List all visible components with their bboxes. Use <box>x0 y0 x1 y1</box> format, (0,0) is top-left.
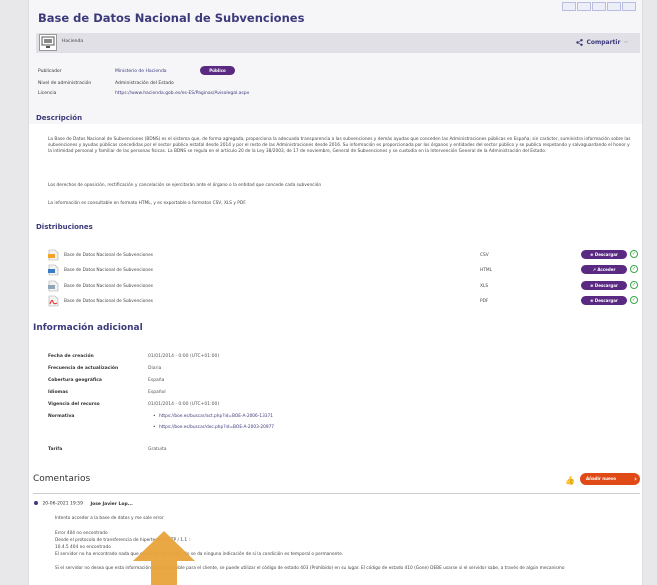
check-circle-icon: ✓ <box>630 250 638 258</box>
share-button[interactable]: Compartir ⌵ <box>576 38 628 46</box>
info-label: Cobertura geográfica <box>48 378 102 383</box>
html-file-icon <box>48 264 59 276</box>
chevron-down-icon: ⌵ <box>623 38 628 45</box>
info-value: Gratuita <box>148 447 167 452</box>
description-title: Descripción <box>36 114 83 122</box>
meta-publisher-label: Publicador <box>38 69 62 74</box>
dataset-title: Base de Datos Nacional de Subvenciones <box>38 11 305 25</box>
xls-file-icon <box>48 280 59 292</box>
info-value: Diaria <box>148 366 162 371</box>
meta-admin-label: Nivel de administración <box>38 81 92 86</box>
format-chip-icon[interactable] <box>622 2 636 11</box>
chevron-right-icon: › <box>634 475 637 483</box>
distribution-name[interactable]: Base de Datos Nacional de Subvenciones <box>64 299 153 304</box>
normativa-link[interactable]: https://boe.es/buscar/doc.php?id=BOE-A-2… <box>153 425 274 430</box>
check-circle-icon: ✓ <box>630 265 638 273</box>
distributions-title: Distribuciones <box>36 223 93 231</box>
info-label: Fecha de creación <box>48 354 94 359</box>
meta-license-link[interactable]: https://www.hacienda.gob.es/es-ES/Pagina… <box>115 91 249 96</box>
comment-author[interactable]: Jose Javier Lop... <box>90 502 132 507</box>
info-label: Normativa <box>48 414 75 419</box>
comment-text: 10.4.5 404 no encontrado <box>55 545 111 550</box>
format-chip-icon[interactable] <box>607 2 621 11</box>
distribution-row: Base de Datos Nacional de Subvenciones C… <box>48 249 638 263</box>
pdf-file-icon <box>48 295 59 307</box>
distribution-name[interactable]: Base de Datos Nacional de Subvenciones <box>64 253 153 258</box>
description-paragraph: La Base de Datos Nacional de Subvencione… <box>48 137 631 155</box>
publisher-short-name: Hacienda <box>62 39 84 44</box>
publisher-logo-icon <box>39 34 57 51</box>
distribution-row: Base de Datos Nacional de Subvenciones P… <box>48 295 638 309</box>
comments-title: Comentarios <box>33 474 91 484</box>
download-button[interactable]: ⊕ Descargar <box>581 250 627 259</box>
format-chip-icon[interactable] <box>592 2 606 11</box>
comment-bullet-icon <box>34 501 38 505</box>
distribution-format: HTML <box>480 268 492 273</box>
distribution-name[interactable]: Base de Datos Nacional de Subvenciones <box>64 268 153 273</box>
distribution-row: Base de Datos Nacional de Subvenciones H… <box>48 264 638 278</box>
comment-text: Si el servidor no desea que esta informa… <box>55 566 565 571</box>
comment-text: Error 404 no encontrado <box>55 531 108 536</box>
format-chip-icon[interactable] <box>577 2 591 11</box>
format-icons-strip <box>562 2 636 11</box>
download-button[interactable]: ⊕ Descargar <box>581 281 627 290</box>
distribution-format: CSV <box>480 253 489 258</box>
csv-file-icon <box>48 249 59 261</box>
dataset-page: Base de Datos Nacional de Subvenciones H… <box>28 0 643 585</box>
download-button[interactable]: ⊕ Descargar <box>581 296 627 305</box>
info-value: Español <box>148 390 166 395</box>
description-paragraph: Los derechos de oposición, rectificación… <box>48 183 322 188</box>
share-icon <box>576 38 584 46</box>
check-circle-icon: ✓ <box>630 281 638 289</box>
comment-text: El servidor no ha encontrado nada que co… <box>55 552 344 557</box>
meta-license-label: Licencia <box>38 91 57 96</box>
share-label: Compartir <box>586 38 621 46</box>
add-comment-button[interactable]: Añadir nuevo comentario › <box>580 473 640 493</box>
comments-divider <box>33 493 640 494</box>
access-badge: Público <box>200 66 235 75</box>
comment-text: Intento acceder a la base de datos y me … <box>55 516 164 521</box>
dataset-header: Base de Datos Nacional de Subvenciones H… <box>29 0 642 124</box>
distribution-name[interactable]: Base de Datos Nacional de Subvenciones <box>64 284 153 289</box>
distribution-format: PDF <box>480 299 489 304</box>
info-label: Vigencia del recurso <box>48 402 100 407</box>
comment-date: 20-06-2021 19:59 <box>42 501 83 507</box>
info-value: España <box>148 378 165 383</box>
meta-admin-value: Administración del Estado <box>115 81 174 86</box>
comment-header: 20-06-2021 19:59 Jose Javier Lop... <box>34 501 133 507</box>
distribution-format: XLS <box>480 284 489 289</box>
info-label: Frecuencia de actualización <box>48 366 119 371</box>
additional-info-title: Información adicional <box>33 323 143 333</box>
normativa-link[interactable]: https://boe.es/buscar/act.php?id=BOE-A-2… <box>153 414 273 419</box>
access-button[interactable]: ↗ Acceder <box>581 265 627 274</box>
info-value: 01/01/2014 - 0:00 (UTC+01:00) <box>148 354 220 359</box>
pointer-arrow-icon <box>133 531 195 585</box>
info-value: 01/01/2014 - 0:00 (UTC+01:00) <box>148 402 220 407</box>
info-label: Idiomas <box>48 390 68 395</box>
meta-publisher-value[interactable]: Ministerio de Hacienda <box>115 69 167 74</box>
add-comment-label: Añadir nuevo comentario <box>586 476 617 493</box>
publisher-bar: Hacienda Compartir ⌵ <box>36 33 640 53</box>
info-label: Tarifa <box>48 447 63 452</box>
distribution-row: Base de Datos Nacional de Subvenciones X… <box>48 280 638 294</box>
thumbs-up-icon[interactable]: 👍 <box>565 476 575 485</box>
format-chip-icon[interactable] <box>562 2 576 11</box>
check-circle-icon: ✓ <box>630 296 638 304</box>
description-paragraph: La información es consultable en formato… <box>48 201 247 206</box>
